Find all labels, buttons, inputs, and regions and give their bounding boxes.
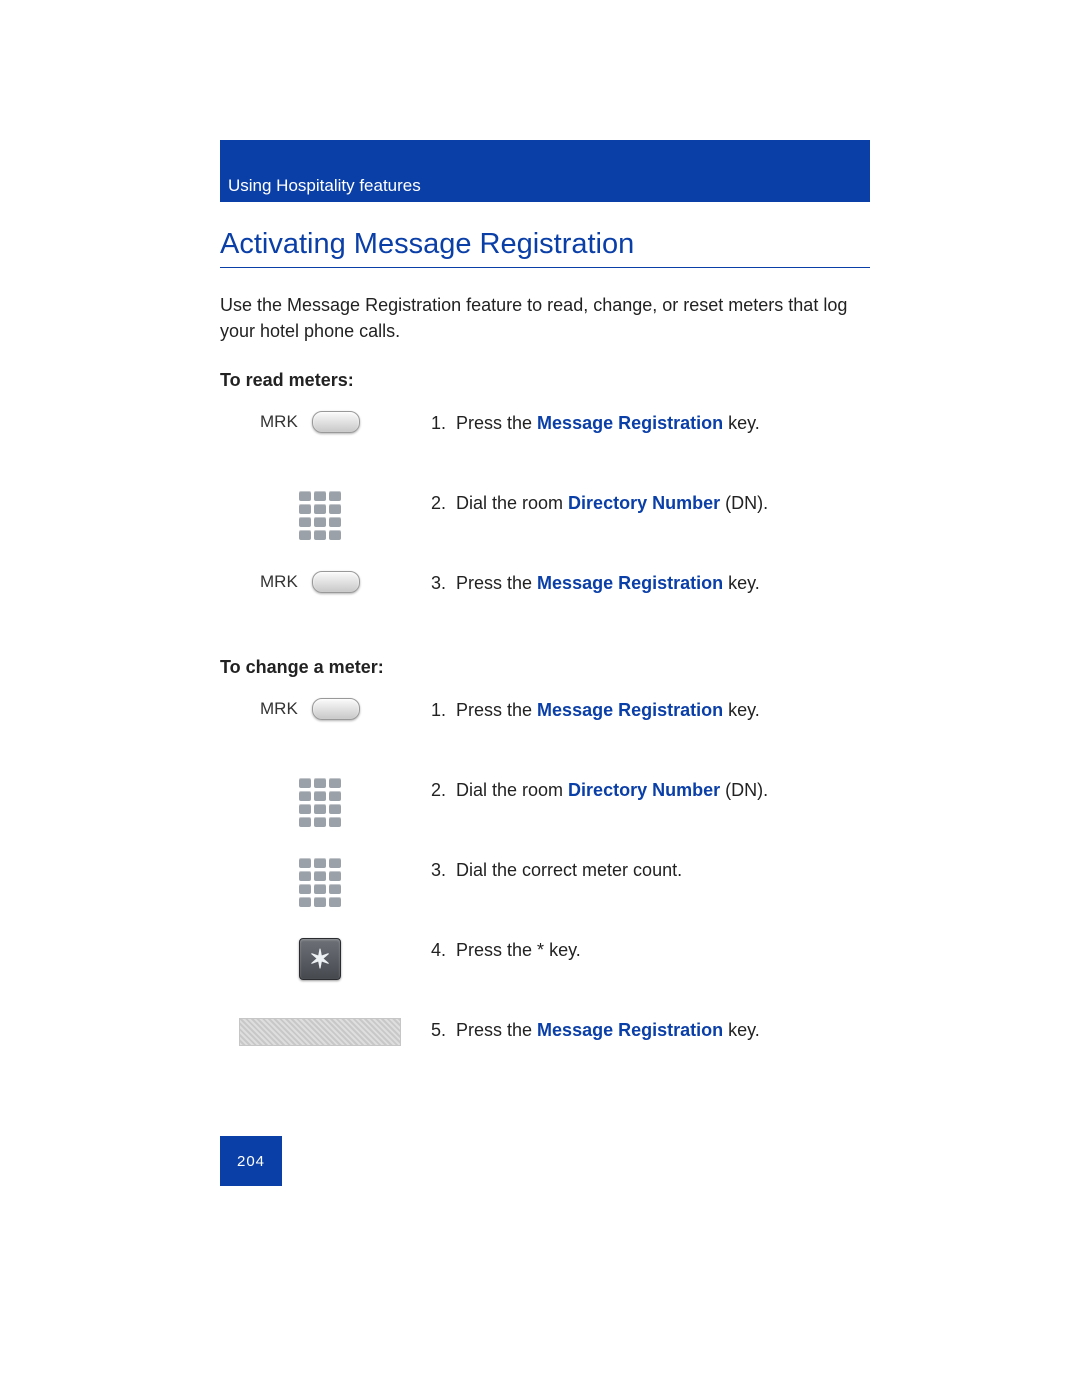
- read-step-2: 2. Dial the room Directory Number (DN).: [220, 491, 870, 551]
- step-number: 2.: [420, 491, 456, 516]
- mrk-label: MRK: [260, 412, 298, 432]
- page-number-box: 204: [220, 1136, 282, 1186]
- icon-column: [220, 491, 420, 540]
- subheading-read-meters: To read meters:: [220, 370, 870, 391]
- step-number: 3.: [420, 571, 456, 596]
- pattern-bar-icon: [239, 1018, 401, 1046]
- step-text: Press the Message Registration key.: [456, 698, 760, 723]
- step-text: Press the Message Registration key.: [456, 1018, 760, 1043]
- icon-column: ✶: [220, 938, 420, 980]
- change-step-4: ✶ 4. Press the * key.: [220, 938, 870, 998]
- step-text: Press the * key.: [456, 938, 581, 963]
- intro-paragraph: Use the Message Registration feature to …: [220, 292, 870, 344]
- step-text: Dial the room Directory Number (DN).: [456, 778, 768, 803]
- section-header-text: Using Hospitality features: [228, 176, 421, 196]
- step-number: 1.: [420, 411, 456, 436]
- change-step-1: MRK 1. Press the Message Registration ke…: [220, 698, 870, 758]
- step-number: 3.: [420, 858, 456, 883]
- step-text: Press the Message Registration key.: [456, 571, 760, 596]
- step-number: 5.: [420, 1018, 456, 1043]
- change-step-3: 3. Dial the correct meter count.: [220, 858, 870, 918]
- page-title: Activating Message Registration: [220, 228, 870, 268]
- icon-column: [220, 858, 420, 907]
- mrk-label: MRK: [260, 572, 298, 592]
- read-step-1: MRK 1. Press the Message Registration ke…: [220, 411, 870, 471]
- icon-column: [220, 778, 420, 827]
- change-step-2: 2. Dial the room Directory Number (DN).: [220, 778, 870, 838]
- soft-key-icon: [312, 698, 360, 720]
- soft-key-icon: [312, 571, 360, 593]
- step-text: Dial the correct meter count.: [456, 858, 682, 883]
- keypad-icon: [299, 778, 341, 827]
- page-number: 204: [237, 1153, 265, 1170]
- icon-column: MRK: [220, 698, 420, 720]
- mrk-label: MRK: [260, 699, 298, 719]
- step-text: Dial the room Directory Number (DN).: [456, 491, 768, 516]
- read-step-3: MRK 3. Press the Message Registration ke…: [220, 571, 870, 631]
- step-number: 2.: [420, 778, 456, 803]
- keypad-icon: [299, 491, 341, 540]
- step-number: 1.: [420, 698, 456, 723]
- change-step-5: 5. Press the Message Registration key.: [220, 1018, 870, 1078]
- subheading-change-meter: To change a meter:: [220, 657, 870, 678]
- icon-column: [220, 1018, 420, 1046]
- keypad-icon: [299, 858, 341, 907]
- soft-key-icon: [312, 411, 360, 433]
- icon-column: MRK: [220, 411, 420, 433]
- step-text: Press the Message Registration key.: [456, 411, 760, 436]
- step-number: 4.: [420, 938, 456, 963]
- section-header: Using Hospitality features: [220, 140, 870, 202]
- icon-column: MRK: [220, 571, 420, 593]
- star-key-icon: ✶: [299, 938, 341, 980]
